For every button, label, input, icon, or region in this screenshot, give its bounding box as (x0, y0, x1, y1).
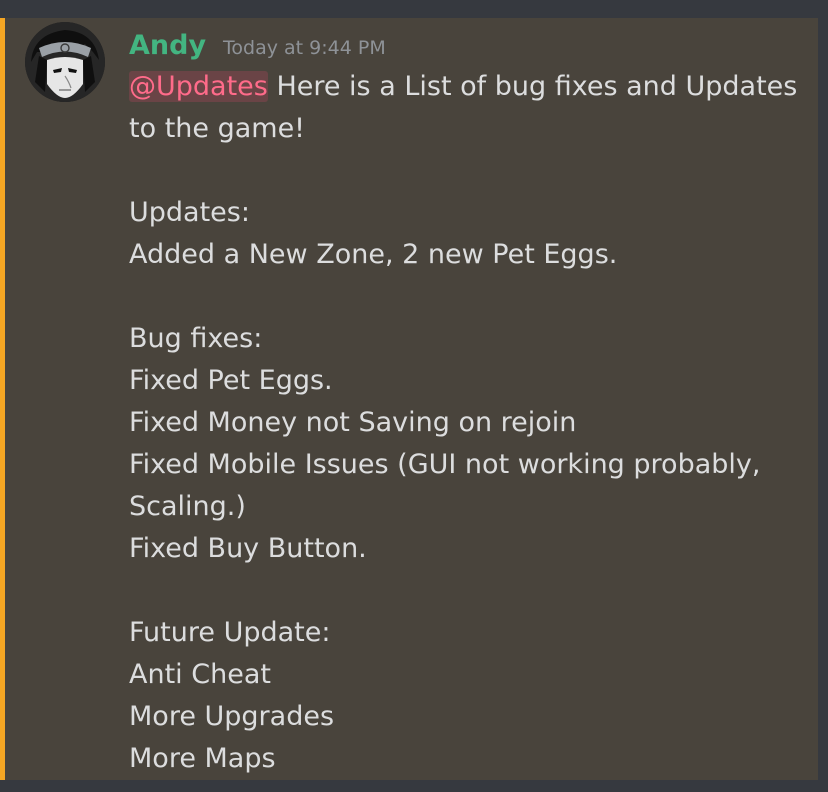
message-line: Updates: (129, 197, 250, 228)
message-line (129, 276, 809, 318)
user-avatar[interactable] (25, 22, 105, 102)
message-line: @Updates Here is a List of bug fixes and… (129, 66, 809, 108)
message-line: More Maps (129, 743, 276, 774)
message-line: Scaling.) (129, 491, 246, 522)
timestamp: Today at 9:44 PM (223, 37, 386, 59)
username[interactable]: Andy (129, 26, 206, 66)
message-line: Future Update: (129, 617, 331, 648)
message-line: Fixed Money not Saving on rejoin (129, 407, 577, 438)
message-line: Anti Cheat (129, 659, 271, 690)
message-header: Andy Today at 9:44 PM (129, 26, 386, 66)
message-line: Added a New Zone, 2 new Pet Eggs. (129, 239, 618, 270)
chat-message[interactable]: Andy Today at 9:44 PM @Updates Here is a… (0, 18, 818, 780)
bottom-bar (0, 780, 828, 792)
message-line: to the game! (129, 113, 306, 144)
message-line: Fixed Mobile Issues (GUI not working pro… (129, 449, 761, 480)
message-line: Fixed Pet Eggs. (129, 365, 333, 396)
message-line: Bug fixes: (129, 323, 263, 354)
top-bar (0, 0, 828, 18)
message-line (129, 150, 809, 192)
message-line: More Upgrades (129, 701, 335, 732)
avatar-icon (25, 22, 105, 102)
message-line (129, 570, 809, 612)
message-content: @Updates Here is a List of bug fixes and… (129, 66, 809, 780)
intro-text: Here is a List of bug fixes and Updates (267, 71, 798, 102)
message-line: Fixed Buy Button. (129, 533, 367, 564)
role-mention[interactable]: @Updates (129, 71, 268, 102)
